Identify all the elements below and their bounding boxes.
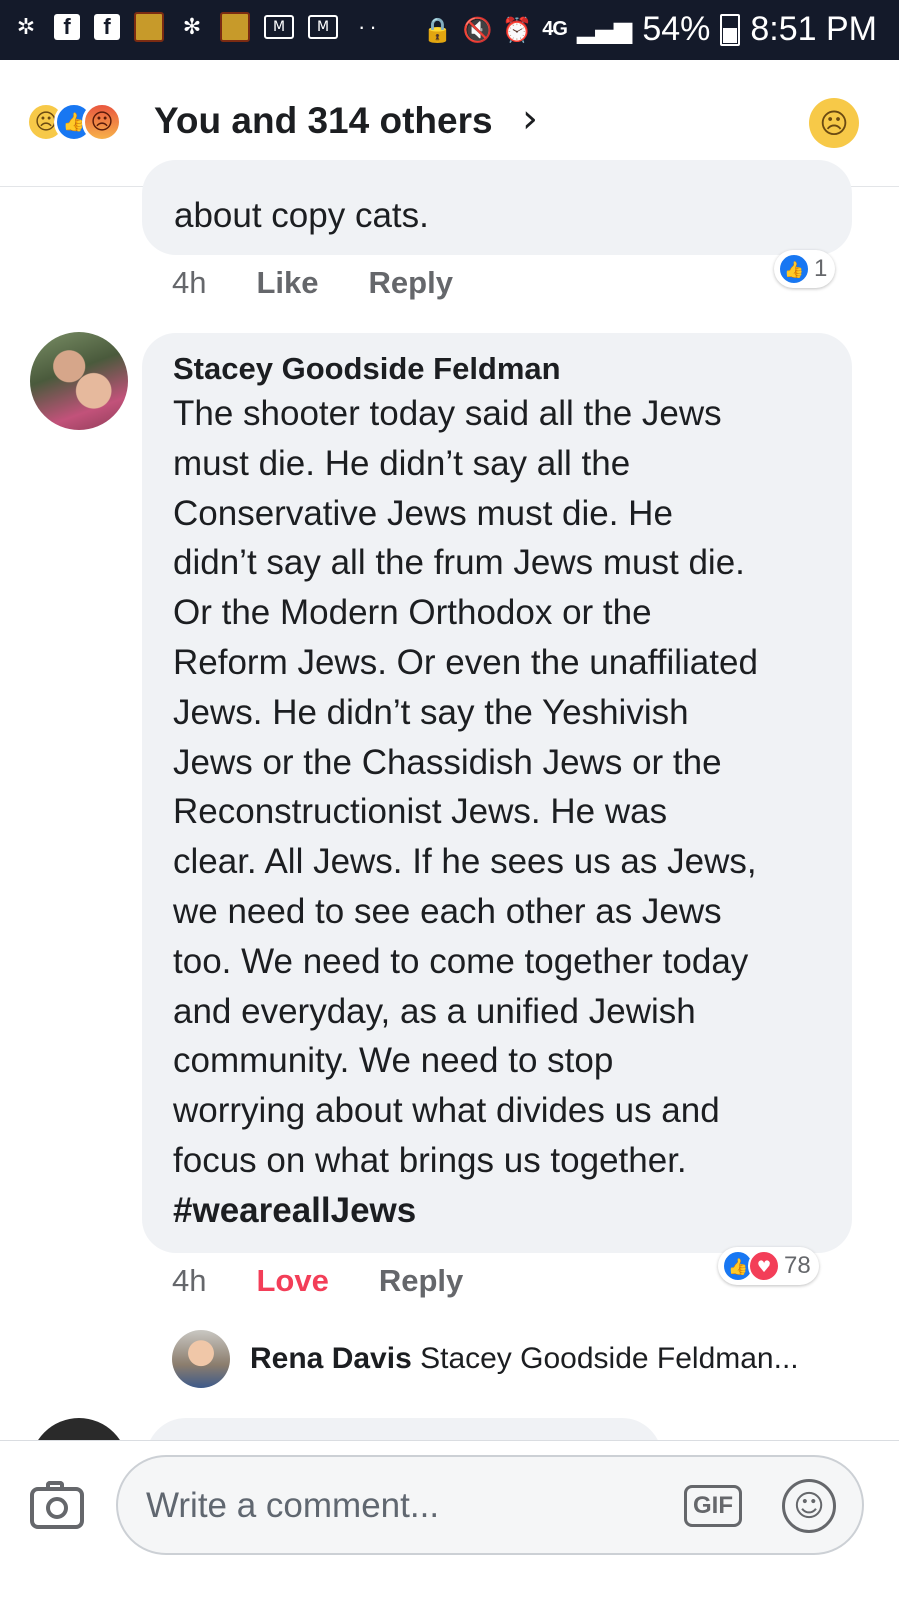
- comment-line: too. We need to come together today: [173, 941, 749, 981]
- angry-icon: ☹: [82, 102, 122, 142]
- reply-button[interactable]: Reply: [369, 265, 453, 301]
- notification-icons: ✲ f f ✻ M M ··: [12, 12, 381, 42]
- reaction-count: 78: [784, 1252, 811, 1279]
- comment-line: focus on what brings us together.: [173, 1140, 687, 1180]
- comment-line: worrying about what divides us and: [173, 1091, 720, 1131]
- status-bar: ✲ f f ✻ M M ·· 🔒 🔇 ⏰ 4G ▂▄▆ 54% 8:51 PM: [0, 0, 899, 60]
- clock: 8:51 PM: [750, 10, 877, 48]
- comment-input-wrapper[interactable]: GIF ☺: [116, 1455, 864, 1555]
- comment-line: The shooter today said all the Jews: [173, 394, 722, 433]
- comment-input[interactable]: [144, 1477, 668, 1535]
- settings-icon: ✲: [16, 14, 36, 40]
- love-icon: ♥: [748, 1250, 780, 1282]
- battery-icon: [720, 13, 741, 46]
- comment-line: Conservative Jews must die. He: [173, 493, 673, 533]
- comment-line: Jews or the Chassidish Jews or the: [173, 742, 722, 782]
- lock-icon: 🔒: [422, 15, 453, 44]
- more-dots-icon: ··: [358, 14, 381, 39]
- comment-bubble: about copy cats.: [142, 160, 852, 255]
- chevron-right-icon[interactable]: ›: [522, 96, 538, 142]
- avatar[interactable]: [30, 332, 128, 430]
- my-reaction-sad-icon[interactable]: ☹: [809, 98, 859, 148]
- comment-actions: 4h Love Reply: [172, 1263, 463, 1299]
- emoji-icon[interactable]: ☺: [782, 1479, 836, 1533]
- comment-reaction-count[interactable]: 👍 1: [774, 250, 836, 288]
- hashtag-link[interactable]: #weareallJews: [173, 1186, 832, 1236]
- signal-icon: ▂▄▆: [576, 15, 633, 44]
- alarm-icon: ⏰: [502, 15, 533, 44]
- comment-time: 4h: [172, 1263, 207, 1298]
- facebook-icon: f: [94, 14, 120, 40]
- comment-line: Reform Jews. Or even the unaffiliated: [173, 642, 758, 682]
- comment-text: The shooter today said all the Jews must…: [173, 389, 832, 1236]
- comment-author[interactable]: Stacey Goodside Feldman: [173, 351, 832, 387]
- comment-line: Or the Modern Orthodox or the: [173, 593, 652, 633]
- comment-line: community. We need to stop: [173, 1041, 614, 1081]
- slack-icon: ✻: [182, 14, 202, 40]
- reply-author: Rena Davis: [250, 1342, 412, 1375]
- love-button[interactable]: Love: [256, 1263, 328, 1299]
- comment-text: about copy cats.: [174, 196, 429, 235]
- mute-icon: 🔇: [462, 15, 493, 44]
- comment-bubble: Stacey Goodside Feldman The shooter toda…: [142, 333, 852, 1253]
- like-button[interactable]: Like: [256, 265, 318, 301]
- comment-line: Jews. He didn’t say the Yeshivish: [173, 692, 689, 732]
- reaction-count: 1: [814, 255, 828, 282]
- reactions-summary[interactable]: You and 314 others: [154, 100, 493, 142]
- comment-line: Reconstructionist Jews. He was: [173, 792, 668, 832]
- comment-time: 4h: [172, 265, 207, 300]
- system-status: 🔒 🔇 ⏰ 4G ▂▄▆ 54% 8:51 PM: [423, 10, 877, 49]
- avatar[interactable]: [172, 1330, 230, 1388]
- reply-preview[interactable]: Rena Davis Stacey Goodside Feldman...: [250, 1342, 799, 1376]
- reply-button[interactable]: Reply: [379, 1263, 463, 1299]
- mail-icon: M: [308, 15, 338, 39]
- like-icon: 👍: [778, 253, 810, 285]
- comment-line: must die. He didn’t say all the: [173, 443, 631, 483]
- network-type: 4G: [542, 18, 568, 40]
- game-icon: [220, 12, 250, 42]
- battery-percent: 54%: [642, 10, 711, 48]
- camera-icon[interactable]: [30, 1481, 84, 1529]
- comment-line: we need to see each other as Jews: [173, 891, 722, 931]
- reply-snippet: Stacey Goodside Feldman...: [420, 1342, 799, 1375]
- comment-actions: 4h Like Reply: [172, 265, 453, 301]
- comment-line: clear. All Jews. If he sees us as Jews,: [173, 842, 757, 882]
- reaction-icons: ☹ 👍 ☹: [26, 102, 122, 142]
- gif-button[interactable]: GIF: [684, 1485, 742, 1527]
- gmail-icon: M: [264, 15, 294, 39]
- game-icon: [134, 12, 164, 42]
- comment-line: didn’t say all the frum Jews must die.: [173, 543, 745, 583]
- facebook-icon: f: [54, 14, 80, 40]
- comment-reaction-count[interactable]: 👍 ♥ 78: [718, 1247, 819, 1285]
- comment-composer: GIF ☺: [0, 1440, 899, 1600]
- comment-line: and everyday, as a unified Jewish: [173, 991, 696, 1031]
